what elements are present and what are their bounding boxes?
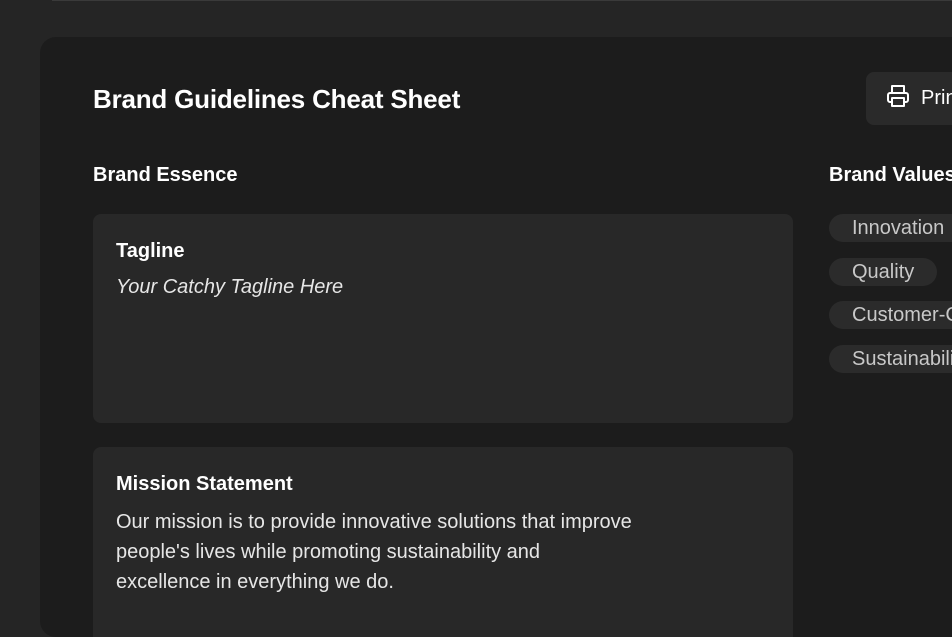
print-button[interactable]: Print <box>866 72 952 125</box>
value-pill-customer-centricity: Customer-Centricity <box>829 301 952 329</box>
print-button-label: Print <box>921 87 952 109</box>
tagline-panel: Tagline Your Catchy Tagline Here <box>93 214 793 423</box>
brand-values-list: Innovation Quality Customer-Centricity S… <box>829 214 952 388</box>
mission-title: Mission Statement <box>116 473 293 495</box>
printer-icon <box>886 84 910 113</box>
mission-text: Our mission is to provide innovative sol… <box>116 511 632 593</box>
cheat-sheet-card: Brand Guidelines Cheat Sheet Print Brand… <box>40 37 952 637</box>
mission-panel: Mission Statement Our mission is to prov… <box>93 447 793 637</box>
value-pill-innovation: Innovation <box>829 214 952 242</box>
page-title: Brand Guidelines Cheat Sheet <box>93 84 461 114</box>
brand-essence-heading: Brand Essence <box>93 164 238 186</box>
brand-values-heading: Brand Values <box>829 164 952 186</box>
value-pill-quality: Quality <box>829 257 938 286</box>
tagline-text: Your Catchy Tagline Here <box>116 276 344 298</box>
top-divider <box>52 0 952 1</box>
value-pill-sustainability: Sustainability <box>829 344 952 373</box>
tagline-title: Tagline <box>116 240 185 262</box>
